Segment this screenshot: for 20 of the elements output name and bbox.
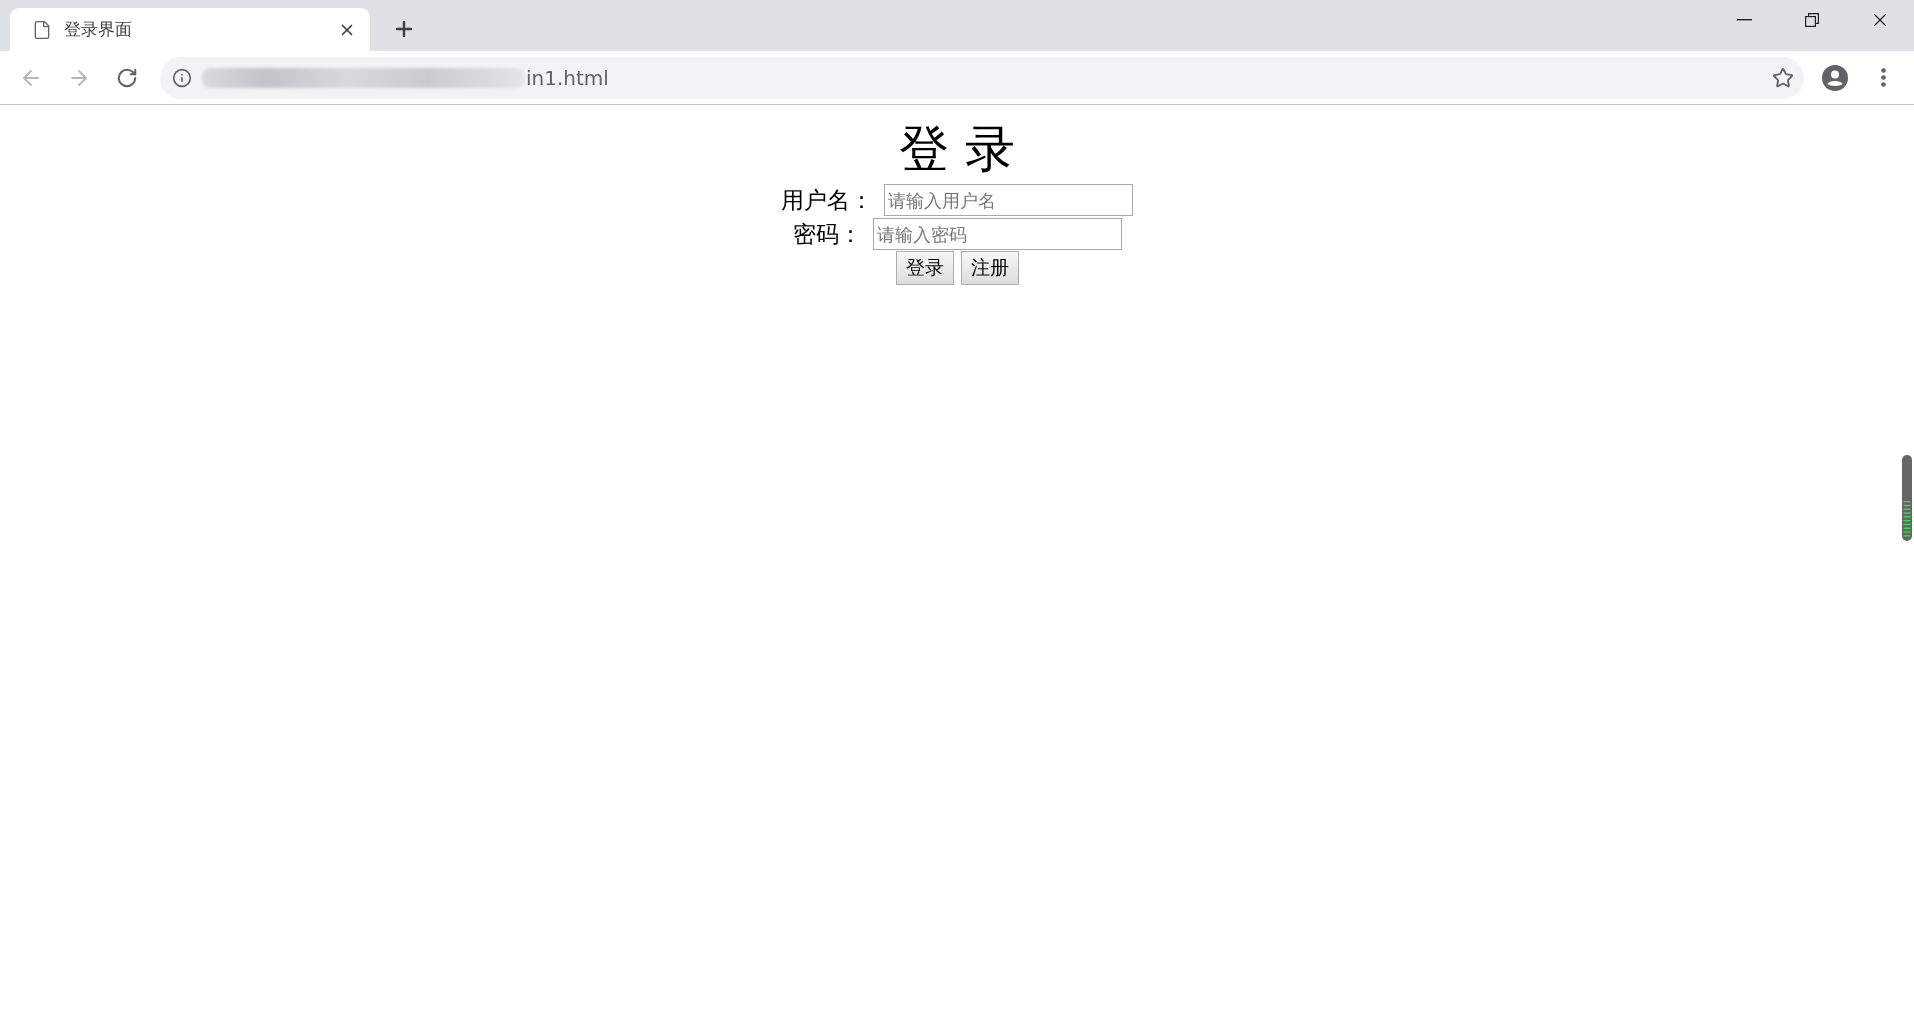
restore-icon xyxy=(1805,13,1819,27)
star-icon xyxy=(1772,66,1794,89)
address-bar[interactable]: in1.html xyxy=(160,56,1804,99)
address-text: in1.html xyxy=(526,65,609,90)
minimize-icon xyxy=(1736,19,1752,21)
register-button[interactable]: 注册 xyxy=(960,251,1019,285)
field-label: 密码： xyxy=(792,219,862,249)
menu-icon xyxy=(1880,68,1886,87)
document-icon xyxy=(32,19,52,40)
side-handle-icon[interactable] xyxy=(1902,455,1912,541)
reload-icon xyxy=(116,66,138,89)
info-icon xyxy=(172,67,192,88)
bookmark-button[interactable] xyxy=(1772,66,1794,89)
page-heading: 登 录 xyxy=(899,119,1015,179)
input-field[interactable]: 请输入密码 xyxy=(872,218,1122,250)
profile-icon xyxy=(1822,64,1848,91)
login-button[interactable]: 登录 xyxy=(895,251,954,285)
input-field[interactable]: 请输入用户名 xyxy=(884,184,1133,216)
browser-tab[interactable]: 登录界面 xyxy=(10,8,370,51)
field-label: 用户名： xyxy=(781,185,873,215)
